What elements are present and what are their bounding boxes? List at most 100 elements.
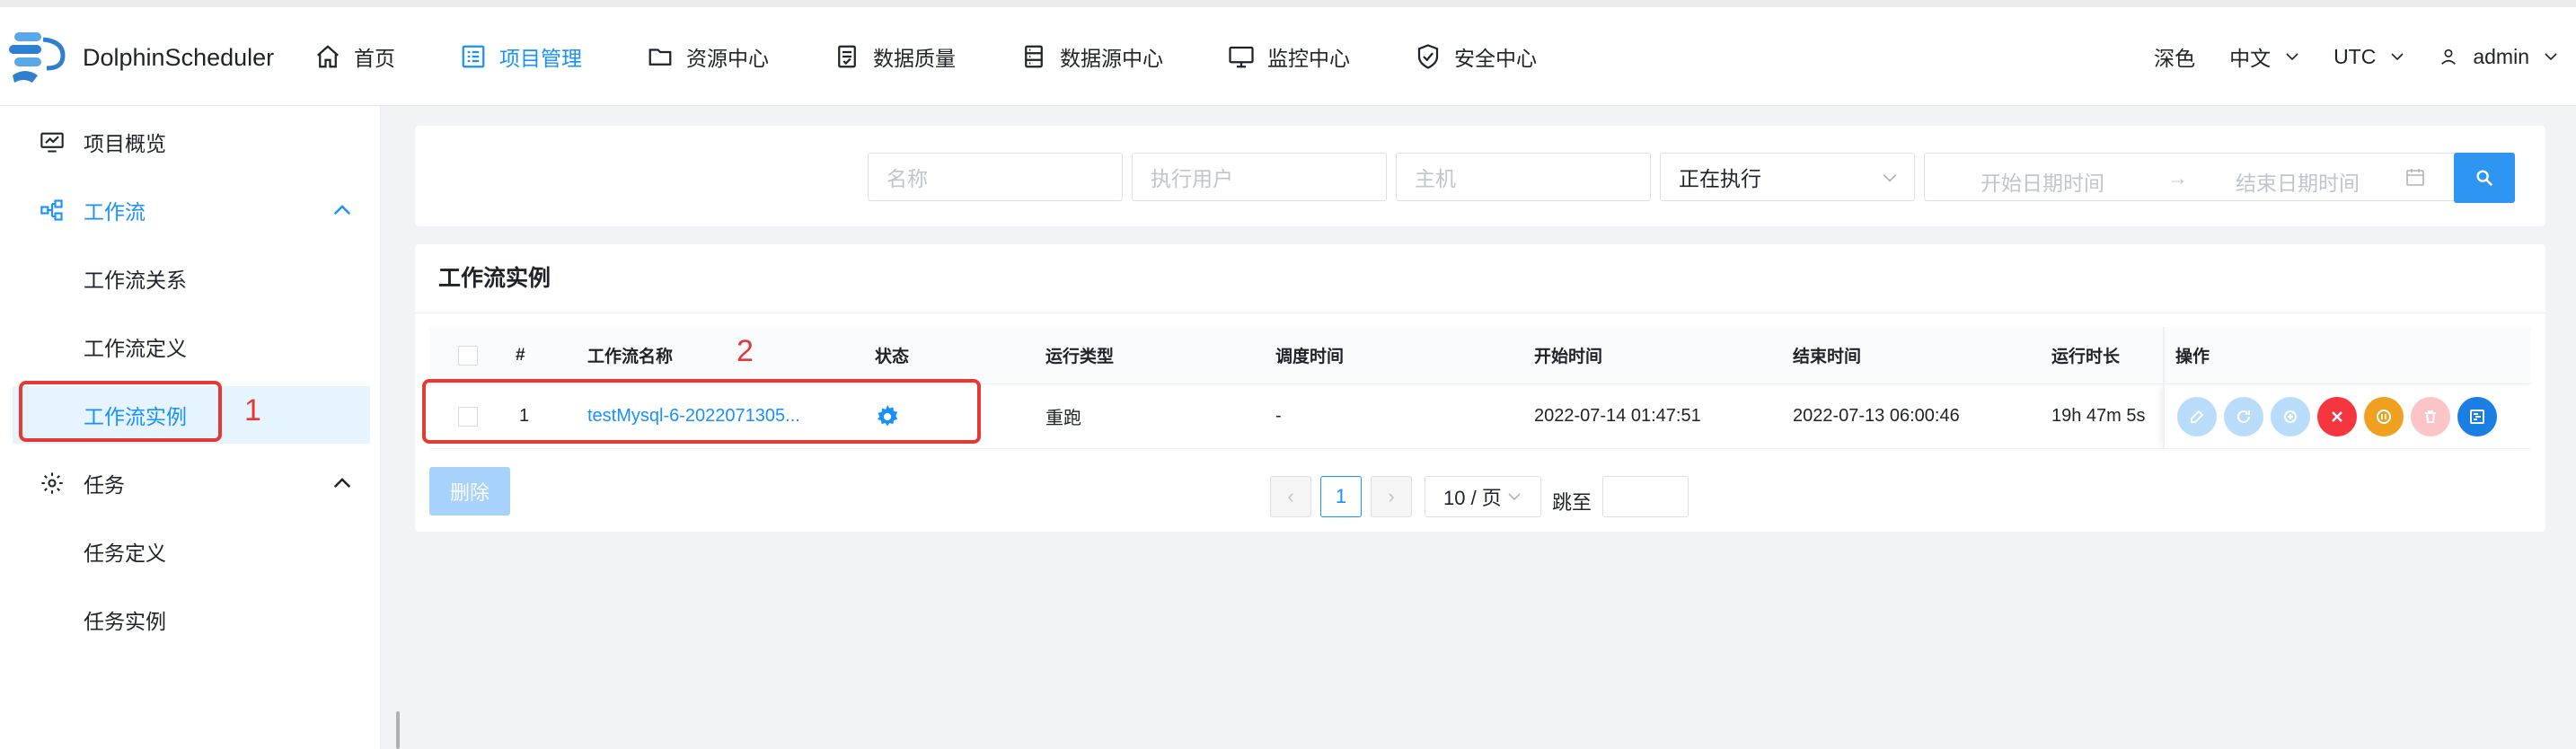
overview-icon — [40, 132, 64, 153]
column-header-name: 工作流名称 — [587, 348, 674, 366]
sidebar-item-label: 工作流 — [84, 200, 146, 224]
refresh-icon — [2237, 410, 2250, 423]
sidebar-item-label: 任务定义 — [84, 542, 166, 565]
sidebar-item-workflow-definition[interactable]: 工作流定义 — [0, 318, 381, 375]
column-header-operation: 操作 — [2175, 348, 2210, 366]
nav-datasource-label: 数据源中心 — [1060, 47, 1163, 70]
language-label: 中文 — [2229, 47, 2272, 70]
row-schedule-time: - — [1275, 406, 1282, 426]
gantt-button[interactable] — [2457, 397, 2497, 436]
sidebar-item-label: 工作流定义 — [84, 337, 187, 360]
nav-datasource[interactable]: 数据源中心 — [1020, 41, 1163, 72]
pause-button[interactable] — [2364, 397, 2404, 436]
recover-failed-button[interactable] — [2271, 397, 2310, 436]
page-size-select[interactable]: 10 / 页 — [1425, 476, 1541, 517]
monitor-icon — [1229, 46, 1254, 68]
row-end-time: 2022-07-13 06:00:46 — [1793, 406, 1960, 426]
column-header-start-time: 开始时间 — [1534, 348, 1603, 366]
sidebar-item-label: 任务实例 — [84, 610, 166, 633]
sidebar-item-label: 任务 — [84, 473, 125, 497]
chevron-down-icon — [1883, 173, 1897, 182]
search-button[interactable] — [2454, 153, 2515, 203]
theme-label: 深色 — [2154, 47, 2196, 70]
chevron-down-icon — [2286, 53, 2298, 61]
row-duration: 19h 47m 5s — [2051, 406, 2146, 426]
date-range-picker[interactable]: 开始日期时间 → 结束日期时间 — [1924, 153, 2465, 201]
state-value: 正在执行 — [1679, 167, 1761, 190]
search-icon — [2476, 170, 2493, 187]
sidebar-item-workflow[interactable]: 工作流 — [0, 181, 381, 239]
jump-page-input[interactable] — [1602, 476, 1689, 517]
stop-button[interactable] — [2317, 397, 2357, 436]
sidebar-item-task-definition[interactable]: 任务定义 — [0, 523, 381, 580]
range-arrow: → — [2167, 166, 2188, 189]
nav-home[interactable]: 首页 — [314, 41, 395, 72]
executor-placeholder: 执行用户 — [1151, 167, 1233, 190]
pause-icon — [2377, 410, 2391, 424]
workflow-icon — [40, 199, 63, 221]
app-name: DolphinScheduler — [83, 43, 275, 71]
row-operations — [2163, 384, 2531, 448]
gear-icon — [41, 472, 63, 494]
select-all-checkbox[interactable] — [458, 345, 478, 366]
filter-bar: 名称 执行用户 主机 正在执行 开始日期时间 → 结束日期时间 — [415, 126, 2545, 226]
sidebar-item-task[interactable]: 任务 — [0, 454, 381, 512]
page-size-value: 10 / 页 — [1443, 487, 1502, 509]
nav-security[interactable]: 安全中心 — [1415, 41, 1537, 72]
nav-monitor-label: 监控中心 — [1267, 47, 1350, 70]
sidebar-item-workflow-relation[interactable]: 工作流关系 — [0, 250, 381, 307]
card-title: 工作流实例 — [438, 266, 551, 291]
app-logo[interactable]: DolphinScheduler — [7, 29, 274, 86]
name-placeholder: 名称 — [887, 167, 928, 190]
annotation-number-2: 2 — [737, 334, 754, 368]
timezone-select[interactable]: UTC — [2333, 45, 2404, 69]
username: admin — [2473, 44, 2529, 68]
delete-row-button[interactable] — [2411, 397, 2450, 436]
column-header-index: # — [516, 345, 525, 365]
calendar-icon — [2406, 169, 2424, 186]
nav-quality-label: 数据质量 — [873, 47, 956, 70]
datasource-icon — [1025, 45, 1043, 68]
column-header-end-time: 结束时间 — [1793, 348, 1862, 366]
column-header-schedule-time: 调度时间 — [1275, 348, 1345, 366]
host-filter-input[interactable]: 主机 — [1396, 153, 1651, 201]
language-select[interactable]: 中文 — [2229, 41, 2299, 72]
column-header-state: 状态 — [875, 348, 910, 366]
chevron-down-icon — [1508, 493, 1521, 501]
nav-resource[interactable]: 资源中心 — [647, 41, 769, 72]
state-select[interactable]: 正在执行 — [1660, 153, 1915, 201]
chevron-down-icon — [2545, 53, 2557, 61]
home-icon — [317, 45, 339, 68]
rerun-button[interactable] — [2224, 397, 2263, 436]
jump-label: 跳至 — [1552, 491, 1592, 514]
name-filter-input[interactable]: 名称 — [868, 153, 1123, 201]
nav-project-label: 项目管理 — [499, 47, 582, 70]
shield-icon — [1417, 44, 1439, 69]
trash-icon — [2425, 410, 2436, 423]
nav-project[interactable]: 项目管理 — [460, 41, 582, 72]
user-menu[interactable]: admin — [2439, 45, 2558, 69]
dolphin-logo-icon — [7, 29, 72, 86]
nav-quality[interactable]: 数据质量 — [834, 41, 956, 72]
end-date-placeholder: 结束日期时间 — [2236, 172, 2360, 195]
scrollbar[interactable] — [396, 711, 400, 749]
theme-toggle[interactable]: 深色 — [2154, 41, 2195, 72]
chevron-down-icon — [2391, 53, 2404, 61]
folder-icon — [648, 48, 672, 66]
row-start-time: 2022-07-14 01:47:51 — [1534, 406, 1701, 426]
sidebar-item-overview[interactable]: 项目概览 — [0, 113, 381, 171]
sidebar-item-label: 项目概览 — [84, 132, 166, 155]
page-1-button[interactable]: 1 — [1320, 476, 1362, 517]
sidebar-item-task-instance[interactable]: 任务实例 — [0, 591, 381, 648]
column-header-duration: 运行时长 — [2051, 348, 2121, 366]
nav-security-label: 安全中心 — [1454, 47, 1537, 70]
main-nav: 首页 项目管理 资源中心 数据质量 数据源中心 监控中心 安全中心 — [314, 7, 1601, 106]
executor-filter-input[interactable]: 执行用户 — [1132, 153, 1387, 201]
batch-delete-button[interactable]: 删除 — [429, 467, 510, 515]
nav-monitor[interactable]: 监控中心 — [1228, 41, 1350, 72]
edit-button[interactable] — [2177, 397, 2217, 436]
prev-page-button[interactable]: ‹ — [1270, 476, 1311, 517]
timezone-label: UTC — [2333, 44, 2377, 68]
chevron-up-icon — [333, 478, 351, 489]
next-page-button[interactable]: › — [1371, 476, 1412, 517]
